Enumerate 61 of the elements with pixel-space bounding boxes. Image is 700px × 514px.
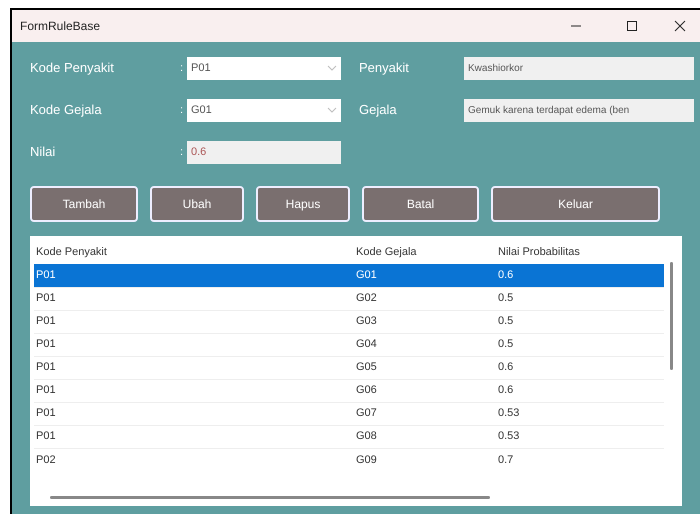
window-title: FormRuleBase <box>20 18 100 35</box>
input-field[interactable]: Kwashiorkor <box>464 56 694 80</box>
vertical-scrollbar[interactable] <box>670 262 673 370</box>
table-row[interactable]: P01 G07 0.53 <box>34 402 664 425</box>
table-cell: P01 <box>34 356 354 379</box>
action-button[interactable]: Hapus <box>256 186 350 222</box>
colon: : <box>180 102 184 118</box>
table-row[interactable]: P01 G08 0.53 <box>34 425 664 448</box>
combo-box[interactable]: P01 <box>187 56 341 80</box>
horizontal-scrollbar[interactable] <box>50 496 490 499</box>
table-cell: 0.6 <box>496 379 664 402</box>
table-row[interactable]: P01 G05 0.6 <box>34 356 664 379</box>
action-button[interactable]: Keluar <box>491 186 660 222</box>
table-cell: G08 <box>354 425 496 448</box>
table-cell: P01 <box>34 425 354 448</box>
table-cell: G06 <box>354 379 496 402</box>
input-field[interactable]: Gemuk karena terdapat edema (ben <box>464 98 694 122</box>
table-cell: P01 <box>34 310 354 333</box>
column-header[interactable]: Kode Gejala <box>354 240 496 264</box>
maximize-icon[interactable] <box>626 20 638 32</box>
field-label: Gejala <box>359 101 398 120</box>
field-label: Kode Gejala <box>30 101 103 120</box>
table-cell: G07 <box>354 402 496 425</box>
colon: : <box>180 144 184 160</box>
table-cell: G04 <box>354 333 496 356</box>
combo-box[interactable]: G01 <box>187 98 341 122</box>
field-label: Penyakit <box>359 59 410 78</box>
input-field[interactable]: 0.6 <box>187 140 341 164</box>
table-cell: 0.5 <box>496 287 664 310</box>
field-label: Kode Penyakit <box>30 59 115 78</box>
table-cell: 0.6 <box>496 356 664 379</box>
table-cell: P02 <box>34 448 354 471</box>
table-row[interactable]: P01 G02 0.5 <box>34 287 664 310</box>
table-cell: 0.53 <box>496 402 664 425</box>
action-button[interactable]: Batal <box>362 186 479 222</box>
table-cell: G01 <box>354 264 496 287</box>
table-cell: G09 <box>354 448 496 471</box>
column-header[interactable]: Kode Penyakit <box>34 240 354 264</box>
table-cell: G05 <box>354 356 496 379</box>
field-label: Nilai <box>30 143 56 162</box>
table-row[interactable]: P01 G06 0.6 <box>34 379 664 402</box>
table-row[interactable]: P01 G03 0.5 <box>34 310 664 333</box>
table-cell: P01 <box>34 333 354 356</box>
table-row[interactable]: P02 G09 0.7 <box>34 448 664 471</box>
colon: : <box>180 60 184 76</box>
table-cell: P01 <box>34 287 354 310</box>
table-cell: G02 <box>354 287 496 310</box>
table-cell: 0.7 <box>496 448 664 471</box>
table-cell: 0.53 <box>496 425 664 448</box>
table-cell: 0.5 <box>496 333 664 356</box>
table-cell: 0.5 <box>496 310 664 333</box>
action-button[interactable]: Tambah <box>30 186 138 222</box>
action-button[interactable]: Ubah <box>150 186 244 222</box>
column-header[interactable]: Nilai Probabilitas <box>496 240 664 264</box>
close-icon[interactable] <box>674 20 686 32</box>
table-cell: P01 <box>34 402 354 425</box>
table-row[interactable]: P01 G04 0.5 <box>34 333 664 356</box>
table-cell: P01 <box>34 379 354 402</box>
table-cell: 0.6 <box>496 264 664 287</box>
table-cell: P01 <box>34 264 354 287</box>
table-cell: G03 <box>354 310 496 333</box>
